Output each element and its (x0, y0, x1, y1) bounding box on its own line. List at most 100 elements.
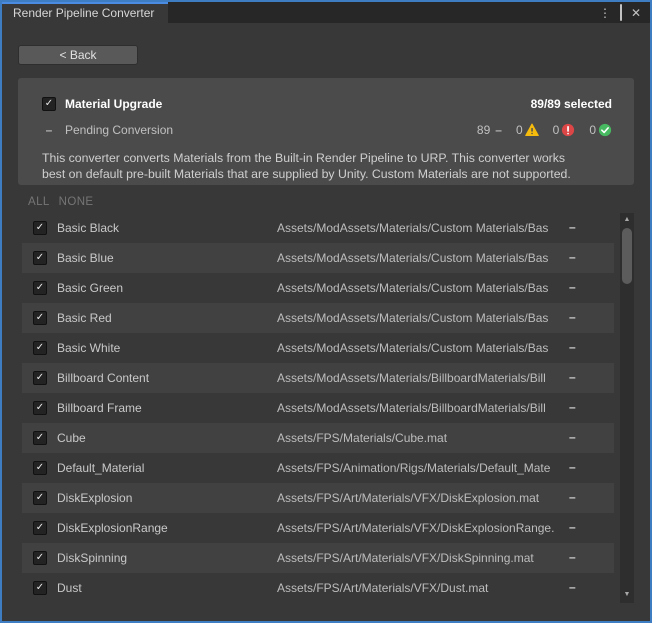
row-status-dash-icon: – (569, 490, 576, 504)
table-row[interactable]: ✓ DiskExplosion Assets/FPS/Art/Materials… (22, 483, 614, 513)
row-status-dash-icon: – (569, 340, 576, 354)
material-path: Assets/ModAssets/Materials/Custom Materi… (277, 281, 563, 295)
converter-header: ✓ Material Upgrade 89/89 selected (42, 96, 612, 112)
scroll-up-icon[interactable]: ▲ (620, 213, 634, 226)
selection-filter-links: ALL NONE (28, 196, 94, 208)
menu-kebab-icon[interactable]: ⋮ (599, 7, 611, 19)
table-row[interactable]: ✓ Billboard Content Assets/ModAssets/Mat… (22, 363, 614, 393)
row-checkbox[interactable]: ✓ (33, 251, 47, 265)
material-path: Assets/ModAssets/Materials/BillboardMate… (277, 371, 563, 385)
material-name: Default_Material (57, 461, 144, 475)
row-checkbox[interactable]: ✓ (33, 431, 47, 445)
material-name: Basic Green (57, 281, 123, 295)
row-status-dash-icon: – (569, 400, 576, 414)
material-path: Assets/FPS/Art/Materials/VFX/DiskSpinnin… (277, 551, 563, 565)
vertical-scrollbar[interactable]: ▲ ▼ (620, 213, 634, 603)
window-controls: ⋮ ✕ (599, 2, 650, 23)
table-row[interactable]: ✓ Basic Black Assets/ModAssets/Materials… (22, 213, 614, 243)
material-path: Assets/FPS/Art/Materials/VFX/DiskExplosi… (277, 491, 563, 505)
row-checkbox[interactable]: ✓ (33, 311, 47, 325)
row-status-dash-icon: – (569, 520, 576, 534)
table-row[interactable]: ✓ Basic White Assets/ModAssets/Materials… (22, 333, 614, 363)
scroll-down-icon[interactable]: ▼ (620, 588, 634, 601)
table-row[interactable]: ✓ Basic Green Assets/ModAssets/Materials… (22, 273, 614, 303)
success-icon (598, 123, 612, 137)
row-status-dash-icon: – (569, 460, 576, 474)
select-all-button[interactable]: ALL (28, 196, 50, 208)
table-row[interactable]: ✓ Cube Assets/FPS/Materials/Cube.mat – (22, 423, 614, 453)
material-path: Assets/ModAssets/Materials/Custom Materi… (277, 251, 563, 265)
row-checkbox[interactable]: ✓ (33, 281, 47, 295)
row-status-dash-icon: – (569, 220, 576, 234)
converter-checkbox[interactable]: ✓ (42, 97, 56, 111)
table-row[interactable]: ✓ Default_Material Assets/FPS/Animation/… (22, 453, 614, 483)
row-status-dash-icon: – (569, 580, 576, 594)
material-name: DiskExplosion (57, 491, 132, 505)
row-status-dash-icon: – (569, 310, 576, 324)
material-name: DiskExplosionRange (57, 521, 168, 535)
material-path: Assets/ModAssets/Materials/Custom Materi… (277, 311, 563, 325)
error-count: 0 (553, 123, 560, 137)
row-status-dash-icon: – (569, 550, 576, 564)
material-name: Billboard Content (57, 371, 149, 385)
tab-render-pipeline-converter[interactable]: Render Pipeline Converter (2, 2, 168, 23)
table-row[interactable]: ✓ DiskExplosionRange Assets/FPS/Art/Mate… (22, 513, 614, 543)
table-row[interactable]: ✓ Billboard Frame Assets/ModAssets/Mater… (22, 393, 614, 423)
description-line-2: best on default pre-built Materials that… (42, 166, 612, 182)
material-path: Assets/FPS/Materials/Cube.mat (277, 431, 563, 445)
row-checkbox[interactable]: ✓ (33, 401, 47, 415)
pending-dash-icon: – (42, 123, 56, 137)
material-name: Dust (57, 581, 82, 595)
row-checkbox[interactable]: ✓ (33, 341, 47, 355)
pending-conversion-row: – Pending Conversion 89 – 0 0 0 (42, 123, 612, 137)
render-pipeline-converter-window: Render Pipeline Converter ⋮ ✕ < Back ✓ M… (0, 0, 652, 623)
select-none-button[interactable]: NONE (59, 196, 94, 208)
row-checkbox[interactable]: ✓ (33, 581, 47, 595)
material-name: Cube (57, 431, 86, 445)
material-name: Basic Red (57, 311, 112, 325)
selected-count-label: 89/89 selected (531, 97, 612, 111)
material-path: Assets/FPS/Animation/Rigs/Materials/Defa… (277, 461, 563, 475)
row-checkbox[interactable]: ✓ (33, 461, 47, 475)
table-row[interactable]: ✓ Basic Blue Assets/ModAssets/Materials/… (22, 243, 614, 273)
material-name: DiskSpinning (57, 551, 127, 565)
material-name: Basic White (57, 341, 120, 355)
material-name: Basic Blue (57, 251, 114, 265)
description-line-1: This converter converts Materials from t… (42, 150, 612, 166)
title-bar: Render Pipeline Converter ⋮ ✕ (2, 2, 650, 23)
material-path: Assets/FPS/Art/Materials/VFX/Dust.mat (277, 581, 563, 595)
converter-panel[interactable]: ✓ Material Upgrade 89/89 selected – Pend… (18, 78, 634, 185)
row-status-dash-icon: – (569, 280, 576, 294)
table-row[interactable]: ✓ Basic Red Assets/ModAssets/Materials/C… (22, 303, 614, 333)
row-checkbox[interactable]: ✓ (33, 521, 47, 535)
warning-icon (525, 123, 539, 137)
material-path: Assets/FPS/Art/Materials/VFX/DiskExplosi… (277, 521, 563, 535)
table-row[interactable]: ✓ DiskSpinning Assets/FPS/Art/Materials/… (22, 543, 614, 573)
material-path: Assets/ModAssets/Materials/BillboardMate… (277, 401, 563, 415)
material-path: Assets/ModAssets/Materials/Custom Materi… (277, 341, 563, 355)
pending-count-dash-icon: – (495, 123, 502, 137)
row-checkbox[interactable]: ✓ (33, 491, 47, 505)
status-counts: 89 – 0 0 0 (477, 123, 612, 137)
table-row[interactable]: ✓ Dust Assets/FPS/Art/Materials/VFX/Dust… (22, 573, 614, 603)
close-icon[interactable]: ✕ (631, 7, 641, 19)
row-status-dash-icon: – (569, 430, 576, 444)
pending-conversion-label: Pending Conversion (65, 123, 173, 137)
converter-description: This converter converts Materials from t… (42, 150, 612, 182)
scrollbar-thumb[interactable] (622, 228, 632, 284)
material-name: Billboard Frame (57, 401, 142, 415)
row-checkbox[interactable]: ✓ (33, 221, 47, 235)
pending-count: 89 (477, 123, 490, 137)
converter-name: Material Upgrade (65, 97, 162, 111)
row-status-dash-icon: – (569, 370, 576, 384)
error-icon (561, 123, 575, 137)
back-button[interactable]: < Back (18, 45, 138, 65)
row-checkbox[interactable]: ✓ (33, 371, 47, 385)
maximize-icon[interactable] (620, 6, 622, 19)
material-path: Assets/ModAssets/Materials/Custom Materi… (277, 221, 563, 235)
warning-count: 0 (516, 123, 523, 137)
row-checkbox[interactable]: ✓ (33, 551, 47, 565)
success-count: 0 (589, 123, 596, 137)
row-status-dash-icon: – (569, 250, 576, 264)
materials-list: ✓ Basic Black Assets/ModAssets/Materials… (22, 213, 614, 603)
